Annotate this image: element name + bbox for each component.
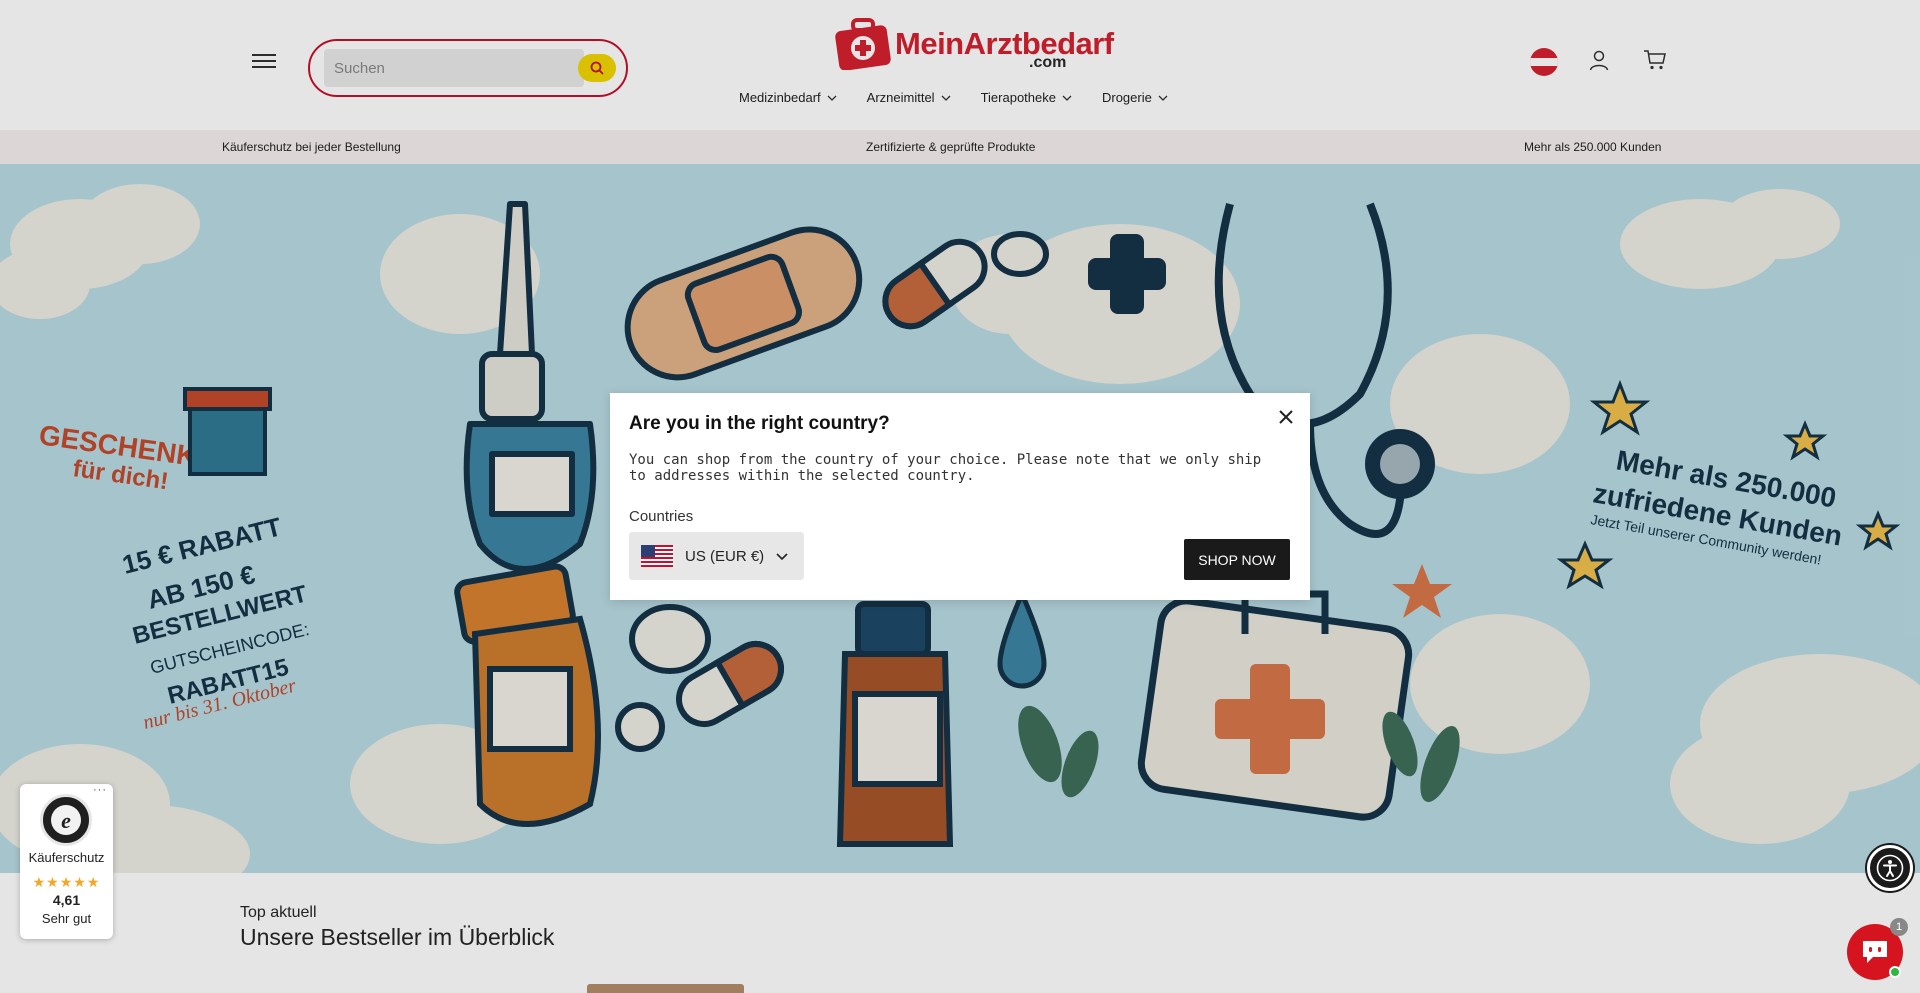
rating-stars: ★★★★★ [32, 874, 101, 890]
country-select[interactable]: US (EUR €) [629, 532, 804, 580]
more-options-icon[interactable]: ··· [93, 784, 107, 796]
rating-text: Sehr gut [41, 911, 92, 926]
countries-label: Countries [629, 508, 694, 525]
trusted-shops-badge[interactable]: ··· e Käuferschutz ★★★★★ 4,61 Sehr gut [20, 784, 113, 939]
product-image-peek[interactable] [587, 984, 744, 993]
us-flag-icon [641, 545, 673, 567]
chat-bubble-icon [1863, 941, 1887, 963]
shop-now-button[interactable]: SHOP NOW [1184, 539, 1290, 580]
accessibility-icon [1876, 854, 1904, 882]
selected-country: US (EUR €) [685, 547, 765, 565]
rating-score: 4,61 [52, 892, 81, 908]
ts-label: Käuferschutz [28, 850, 105, 865]
section-subtitle: Top aktuell [240, 904, 317, 921]
accessibility-button[interactable] [1867, 845, 1913, 891]
chat-unread-badge: 1 [1890, 918, 1908, 936]
country-modal: Are you in the right country? You can sh… [610, 393, 1310, 600]
online-status-dot [1889, 966, 1901, 978]
section-title: Unsere Bestseller im Überblick [240, 924, 555, 950]
modal-title: Are you in the right country? [629, 413, 890, 434]
close-icon[interactable] [1276, 407, 1296, 427]
trusted-shops-seal-icon: e [40, 794, 92, 846]
chevron-down-icon [776, 553, 788, 561]
svg-text:e: e [61, 808, 71, 833]
modal-description: You can shop from the country of your ch… [629, 452, 1262, 484]
